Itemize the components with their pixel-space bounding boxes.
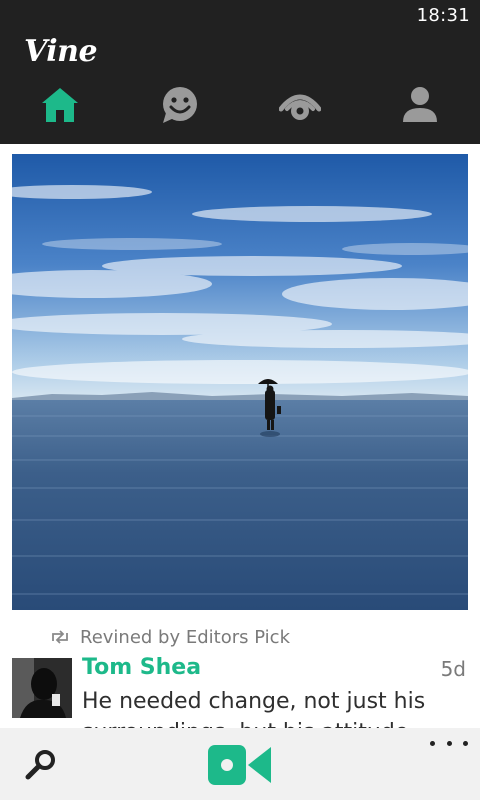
search-button[interactable] xyxy=(22,746,62,786)
video-camera-icon xyxy=(208,745,271,785)
home-icon xyxy=(42,88,78,122)
revine-indicator: Revined by Editors Pick xyxy=(50,624,290,650)
eye-icon xyxy=(279,94,321,120)
avatar-image xyxy=(12,658,72,718)
post-age: 5d xyxy=(440,657,466,681)
tab-home[interactable] xyxy=(30,80,90,130)
feed[interactable]: Revined by Editors Pick Tom Shea 5d He n… xyxy=(0,144,480,728)
avatar[interactable] xyxy=(12,658,72,718)
video-thumbnail xyxy=(12,154,468,610)
app-header: Vine xyxy=(0,30,480,144)
tab-explore[interactable] xyxy=(270,80,330,130)
post-video[interactable] xyxy=(12,154,468,610)
revine-label: Revined by Editors Pick xyxy=(80,626,291,648)
search-icon xyxy=(25,750,55,780)
tab-activity[interactable] xyxy=(150,80,210,130)
post-username[interactable]: Tom Shea xyxy=(82,655,201,680)
post-caption: He needed change, not just his surroundi… xyxy=(82,689,426,728)
app-logo: Vine xyxy=(24,34,98,69)
status-bar: 18:31 xyxy=(0,0,480,30)
app-bar xyxy=(0,728,480,800)
more-button[interactable] xyxy=(430,736,468,750)
person-icon xyxy=(403,87,437,122)
smiley-chat-icon xyxy=(163,87,197,123)
revine-icon xyxy=(52,630,68,644)
status-time: 18:31 xyxy=(416,5,470,26)
record-button[interactable] xyxy=(208,744,272,786)
tab-profile[interactable] xyxy=(390,80,450,130)
more-icon xyxy=(430,740,435,746)
